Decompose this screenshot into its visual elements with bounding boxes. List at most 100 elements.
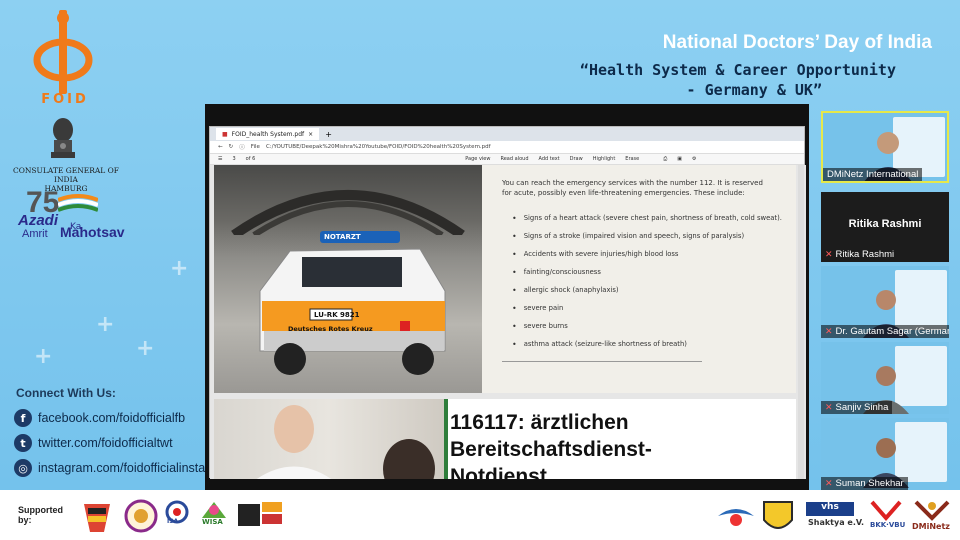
pdf-toolbar: ☰ 3 of 6 Page view Read aloud Add text D… — [210, 154, 804, 165]
back-icon[interactable]: ← — [218, 144, 223, 150]
browser-tab[interactable]: ■ FOID_health System.pdf × — [216, 128, 320, 140]
doctor-graphic — [256, 405, 435, 479]
ambulance-photo: NOTARZT LU-RK 9821 Deutsches Rotes Kreuz — [214, 165, 482, 393]
tile-name-text: Sanjiv Sinha — [835, 402, 889, 413]
list-item: asthma attack (seizure-like shortness of… — [512, 335, 792, 353]
page-number[interactable]: 3 — [232, 156, 235, 162]
list-item: Signs of a stroke (impaired vision and s… — [512, 227, 792, 245]
list-item: fainting/consciousness — [512, 263, 792, 281]
participant-name: Ritika Rashmi — [848, 218, 922, 230]
pdf-page-2: 116117: ärztlichen Bereitschaftsdienst- … — [214, 399, 796, 479]
pdf-icon: ■ — [222, 130, 228, 138]
video-tile-sanjiv[interactable]: ✕ Sanjiv Sinha — [821, 342, 949, 414]
isa-logo-icon — [165, 500, 189, 524]
page2-title: 116117: ärztlichen Bereitschaftsdienst- … — [450, 409, 652, 479]
azadi-amrit: Amrit — [22, 228, 48, 240]
draw-button[interactable]: Draw — [570, 156, 583, 162]
address-bar[interactable]: ← ↻ ⓘ File C:/YOUTUBE/Deepak%20Mishra%20… — [210, 141, 804, 154]
mic-off-icon: ✕ — [825, 249, 833, 259]
print-icon[interactable]: ⎙ — [663, 156, 667, 162]
facebook-icon: f — [14, 409, 32, 427]
instagram-icon: ◎ — [14, 459, 32, 477]
save-icon[interactable]: ▣ — [677, 156, 682, 162]
instagram-link[interactable]: instagram.com/foidofficialinsta — [38, 461, 205, 475]
mic-off-icon: ✕ — [825, 326, 833, 336]
plus-decoration: + — [170, 256, 189, 281]
tab-label: FOID_health System.pdf — [231, 130, 305, 138]
read-aloud-button[interactable]: Read aloud — [500, 156, 528, 162]
new-tab-icon[interactable]: + — [325, 130, 332, 139]
tile-name: ✕ Dr. Gautam Sagar (Germany) — [821, 325, 949, 338]
canopy-graphic — [231, 190, 465, 235]
video-tile-suman[interactable]: ✕ Suman Shekhar — [821, 418, 949, 490]
list-item: severe pain — [512, 299, 792, 317]
erase-button[interactable]: Erase — [625, 156, 639, 162]
wisa-text: WISA — [202, 518, 223, 526]
isa-text: ISA — [167, 518, 179, 525]
ambulance-graphic — [259, 231, 446, 375]
video-tile-ritika[interactable]: Ritika Rashmi ✕ Ritika Rashmi — [821, 192, 949, 262]
supported-by-label: Supported by: — [18, 505, 63, 525]
page2-title-line1: 116117: ärztlichen — [450, 411, 629, 434]
list-item: severe burns — [512, 317, 792, 335]
emergency-intro: You can reach the emergency services wit… — [502, 179, 763, 197]
add-text-button[interactable]: Add text — [539, 156, 560, 162]
list-item: Accidents with severe injuries/high bloo… — [512, 245, 792, 263]
dminetz-logo-icon — [914, 500, 950, 521]
plus-decoration: + — [96, 312, 115, 337]
tile-name: ✕ Ritika Rashmi — [821, 249, 894, 260]
dminetz-text: DMiNetz — [912, 522, 950, 531]
shield-logo-icon — [763, 501, 793, 529]
tile-name-text: DMiNetz International — [827, 169, 919, 180]
german-indian-society-logo-icon — [84, 504, 110, 532]
azadi-logo: 75 Azadi Ka Amrit Mahotsav — [18, 186, 128, 246]
wings-logo-icon — [718, 509, 754, 526]
vhs-logo: vhs — [806, 502, 854, 516]
address-text[interactable]: C:/YOUTUBE/Deepak%20Mishra%20Youtube/FOI… — [266, 144, 491, 150]
drk-label: Deutsches Rotes Kreuz — [288, 325, 373, 333]
social-instagram[interactable]: ◎ instagram.com/foidofficialinsta — [14, 459, 205, 477]
event-subtitle-line1: “Health System & Career Opportunity — [579, 61, 896, 79]
facebook-link[interactable]: facebook.com/foidofficialfb — [38, 411, 185, 425]
pdf-scrollbar[interactable] — [798, 165, 804, 479]
video-tile-dminetz[interactable]: DMiNetz International — [821, 111, 949, 183]
browser-window: ■ FOID_health System.pdf × + ← ↻ ⓘ File … — [209, 126, 806, 479]
refresh-icon[interactable]: ↻ — [229, 144, 234, 150]
divider — [502, 361, 702, 362]
tile-name: ✕ Suman Shekhar — [821, 477, 908, 490]
marathi-mandal-logo-icon — [238, 502, 282, 526]
azadi-word: Azadi — [18, 212, 59, 229]
page-total: of 6 — [245, 156, 256, 162]
supported-line2: by: — [18, 515, 32, 525]
bkk-logo-icon — [870, 500, 902, 522]
plus-decoration: + — [136, 336, 155, 361]
azadi-mahotsav: Mahotsav — [60, 224, 125, 240]
highlight-button[interactable]: Highlight — [593, 156, 616, 162]
social-facebook[interactable]: f facebook.com/foidofficialfb — [14, 409, 185, 427]
consulate-line1: CONSULATE GENERAL OF INDIA — [12, 166, 120, 184]
social-twitter[interactable]: t twitter.com/foidofficialtwt — [14, 434, 173, 452]
video-tile-gautam[interactable]: ✕ Dr. Gautam Sagar (Germany) — [821, 266, 949, 338]
pdf-page-1: NOTARZT LU-RK 9821 Deutsches Rotes Kreuz… — [214, 165, 796, 393]
menu-icon[interactable]: ☰ — [218, 156, 222, 162]
association-seal-icon — [124, 499, 158, 533]
tile-name-text: Dr. Gautam Sagar (Germany) — [835, 326, 949, 337]
tile-name-text: Ritika Rashmi — [835, 249, 895, 260]
page2-title-line2: Bereitschaftsdienst- — [450, 438, 652, 461]
page-view-button[interactable]: Page view — [465, 156, 490, 162]
event-title: National Doctors’ Day of India — [662, 32, 932, 53]
tile-name-text: Suman Shekhar — [835, 478, 904, 489]
tile-name: ✕ Sanjiv Sinha — [821, 401, 893, 414]
ambulance-sign: NOTARZT — [324, 233, 361, 241]
tile-name: DMiNetz International — [823, 168, 923, 181]
pdf-page-area: NOTARZT LU-RK 9821 Deutsches Rotes Kreuz… — [210, 165, 806, 479]
twitter-link[interactable]: twitter.com/foidofficialtwt — [38, 436, 173, 450]
doctor-photo — [214, 399, 444, 479]
close-icon[interactable]: × — [308, 131, 313, 138]
supported-line1: Supported — [18, 505, 63, 515]
settings-icon[interactable]: ⚙ — [692, 156, 696, 162]
shaktya-logo: Shaktya e.V. — [808, 518, 865, 527]
connect-title: Connect With Us: — [16, 386, 116, 400]
file-label: File — [250, 144, 260, 150]
info-icon: ⓘ — [239, 145, 245, 151]
